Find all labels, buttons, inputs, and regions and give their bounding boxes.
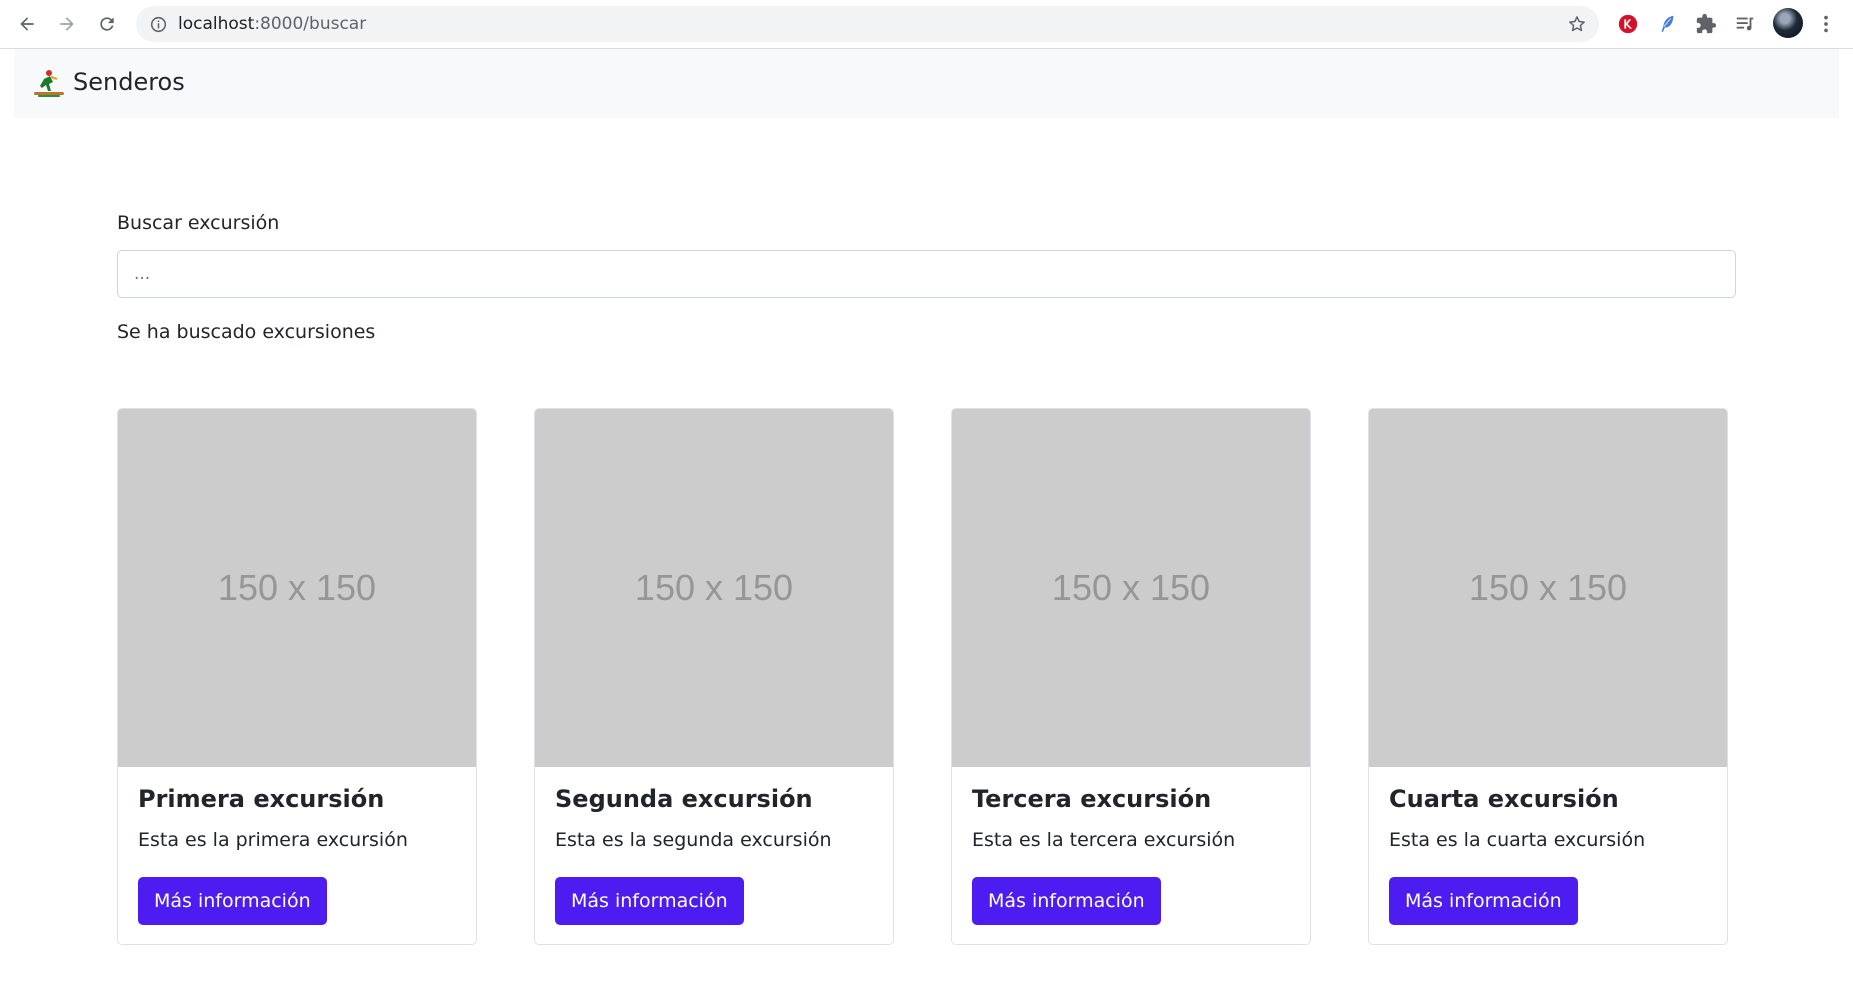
card-title: Segunda excursión — [555, 785, 813, 813]
back-button[interactable] — [13, 10, 41, 38]
browser-toolbar: localhost:8000/buscar — [0, 0, 1853, 49]
card-image-placeholder: 150 x 150 — [1369, 409, 1727, 767]
excursion-card: 150 x 150 Tercera excursión Esta es la t… — [951, 408, 1311, 945]
card-title: Tercera excursión — [972, 785, 1212, 813]
card-image-placeholder: 150 x 150 — [535, 409, 893, 767]
puzzle-extensions-icon[interactable] — [1692, 10, 1720, 38]
url-host: localhost — [178, 14, 255, 34]
info-icon[interactable] — [148, 14, 168, 34]
card-title: Cuarta excursión — [1389, 785, 1619, 813]
search-input[interactable] — [117, 250, 1736, 298]
brand-logo-icon[interactable] — [32, 68, 66, 98]
excursion-card: 150 x 150 Segunda excursión Esta es la s… — [534, 408, 894, 945]
url-text[interactable]: localhost:8000/buscar — [178, 6, 366, 42]
more-info-button[interactable]: Más información — [555, 877, 744, 925]
excursion-card: 150 x 150 Cuarta excursión Esta es la cu… — [1368, 408, 1728, 945]
red-extension-icon[interactable] — [1614, 10, 1642, 38]
menu-dots-icon[interactable] — [1812, 10, 1840, 38]
arrow-right-icon — [60, 17, 74, 31]
card-text: Esta es la tercera excursión — [972, 829, 1236, 851]
more-info-button[interactable]: Más información — [972, 877, 1161, 925]
feather-extension-icon[interactable] — [1653, 10, 1681, 38]
media-queue-icon[interactable] — [1731, 10, 1759, 38]
excursion-card: 150 x 150 Primera excursión Esta es la p… — [117, 408, 477, 945]
search-label: Buscar excursión — [117, 212, 280, 234]
more-info-button[interactable]: Más información — [1389, 877, 1578, 925]
address-bar[interactable]: localhost:8000/buscar — [136, 6, 1599, 42]
url-path: :8000/buscar — [254, 14, 367, 34]
brand-name[interactable]: Senderos — [73, 49, 185, 118]
card-text: Esta es la primera excursión — [138, 829, 408, 851]
arrow-left-icon — [20, 17, 34, 31]
search-result-text: Se ha buscado excursiones — [117, 321, 376, 343]
card-image-placeholder: 150 x 150 — [952, 409, 1310, 767]
profile-avatar[interactable] — [1773, 8, 1803, 38]
reload-button[interactable] — [93, 10, 121, 38]
card-text: Esta es la cuarta excursión — [1389, 829, 1646, 851]
card-title: Primera excursión — [138, 785, 385, 813]
card-image-placeholder: 150 x 150 — [118, 409, 476, 767]
more-info-button[interactable]: Más información — [138, 877, 327, 925]
card-text: Esta es la segunda excursión — [555, 829, 832, 851]
site-navbar: Senderos — [14, 49, 1839, 118]
star-icon[interactable] — [1565, 12, 1589, 36]
forward-button[interactable] — [53, 10, 81, 38]
reload-icon — [100, 17, 114, 31]
